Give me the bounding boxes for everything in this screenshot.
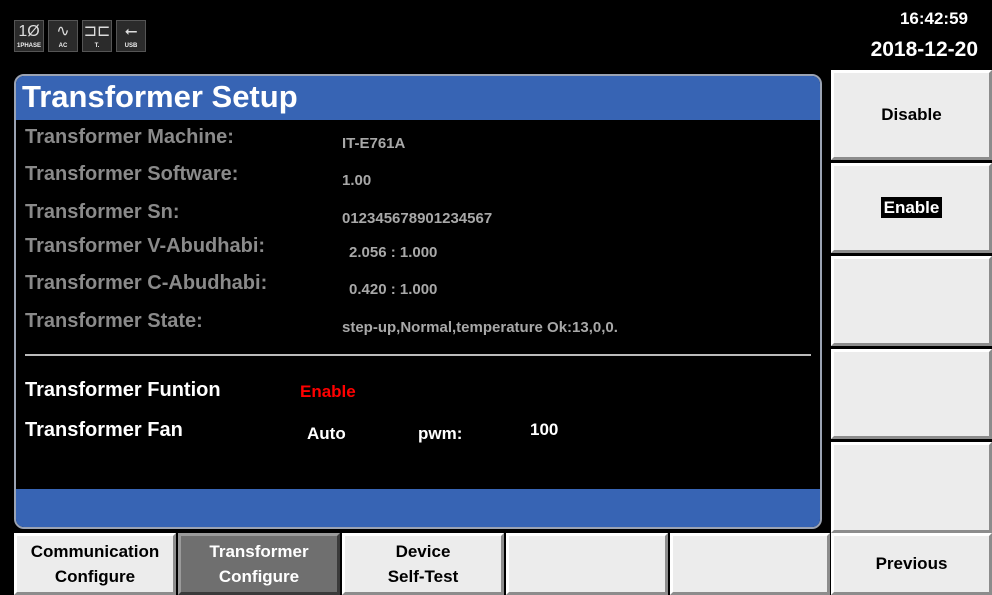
previous-label: Previous (875, 554, 948, 573)
clock: 16:42:59 2018-12-20 (871, 8, 978, 64)
row-label: Transformer V-Abudhabi: (25, 235, 266, 257)
pwm-value: 100 (530, 420, 559, 439)
panel-footer-bar (16, 489, 820, 527)
row-value: 0.420 : 1.000 (349, 281, 438, 298)
row-label: Transformer C-Abudhabi: (25, 272, 268, 294)
row-value: step-up,Normal,temperature Ok:13,0,0. (342, 319, 618, 336)
status-bar: 1Ø 1PHASE ∿ AC ⊐⊏ T. ⭠ USB 16:42:59 2018… (0, 0, 992, 72)
ac-icon: ∿ AC (48, 20, 78, 52)
clock-time: 16:42:59 (899, 9, 968, 28)
fkey-4[interactable] (506, 533, 668, 595)
1phase-icon: 1Ø 1PHASE (14, 20, 44, 52)
fan-mode: Auto (307, 424, 346, 443)
row-label: Transformer Sn: (25, 201, 180, 223)
row-label: Transformer Machine: (25, 126, 234, 148)
softkey-label: Enable (880, 197, 943, 218)
clock-date: 2018-12-20 (870, 38, 978, 61)
softkey-label: Disable (881, 105, 942, 124)
divider (25, 354, 811, 356)
row-value: 1.00 (342, 172, 372, 189)
panel-title: Transformer Setup (16, 76, 820, 120)
function-label: Transformer Funtion (25, 379, 221, 401)
softkey-disable[interactable]: Disable (831, 70, 992, 160)
function-value: Enable (300, 382, 356, 401)
transformer-icon: ⊐⊏ T. (82, 20, 112, 52)
fkey-device-self-test[interactable]: Device Self-Test (342, 533, 504, 595)
fkey-5[interactable] (670, 533, 830, 595)
pwm-label: pwm: (418, 424, 463, 443)
softkey-3[interactable] (831, 256, 992, 346)
row-value: 012345678901234567 (342, 210, 493, 227)
row-value: 2.056 : 1.000 (349, 244, 438, 261)
fkey-communication-configure[interactable]: Communication Configure (14, 533, 176, 595)
row-value: IT-E761A (342, 135, 406, 152)
softkey-enable[interactable]: Enable (831, 163, 992, 253)
previous-button[interactable]: Previous (831, 533, 992, 595)
row-label: Transformer State: (25, 310, 203, 332)
usb-icon: ⭠ USB (116, 20, 146, 52)
transformer-setup-panel: Transformer Setup Transformer Machine: I… (14, 74, 822, 529)
row-label: Transformer Software: (25, 163, 239, 185)
softkey-4[interactable] (831, 349, 992, 439)
fkey-transformer-configure[interactable]: Transformer Configure (178, 533, 340, 595)
softkey-5[interactable] (831, 442, 992, 533)
fan-label: Transformer Fan (25, 419, 183, 441)
